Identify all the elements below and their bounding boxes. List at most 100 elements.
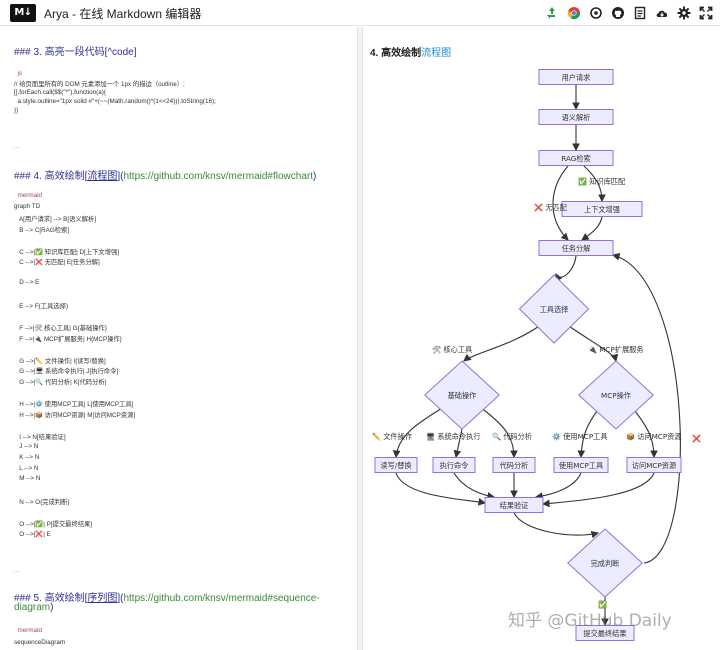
code-line: H -->|📦 访问MCP资源| M[访问MCP资源]: [14, 412, 136, 419]
flow-edge: [555, 255, 577, 282]
code-line: F -->|🛠 核心工具| G{基础操作}: [14, 324, 107, 332]
chrome-icon[interactable]: [566, 5, 582, 21]
flow-node-e: 任务分解: [538, 240, 614, 256]
code-line: O -->|❌| E: [14, 530, 51, 538]
editor-heading-3: ### 3. 高亮一段代码[^code]: [14, 47, 137, 58]
editor-heading-4: ### 4. 高效绘制[流程图](https://github.com/knsv…: [14, 171, 317, 182]
code-line: M --> N: [14, 475, 41, 483]
flow-node-label: MCP操作: [601, 391, 631, 400]
settings-icon[interactable]: [676, 5, 692, 21]
code-line: D --> E: [14, 279, 40, 287]
flow-node-j: 执行命令: [432, 457, 476, 473]
flow-node-label: 语义解析: [562, 113, 591, 122]
flow-node-label: 执行命令: [440, 461, 469, 470]
flow-edge: [534, 472, 582, 500]
code-line: A[用户请求] --> B[语义解析]: [14, 215, 97, 223]
flow-node-label: 代码分析: [500, 461, 529, 470]
flow-node-label: 结果验证: [500, 501, 529, 510]
code-line: // 给页面里所有的 DOM 元素添加一个 1px 的描边（outline）;: [14, 81, 185, 89]
flow-edge: [513, 512, 600, 539]
code-line: G -->|✏️ 文件操作| I[读写/替换]: [14, 357, 106, 365]
editor-heading-5-cont: diagram): [14, 602, 54, 613]
flow-node-m: 访问MCP资源: [626, 457, 682, 473]
flow-edge: [395, 472, 487, 506]
flow-edge-label-cmd: 🖥 系统命令执行: [426, 432, 481, 441]
preview-pane: 4. 高效绘制流程图 用户请求 语义解析 RAG检索 上下文增强 任务分解 工具选择 基础操…: [364, 27, 720, 650]
flow-node-i: 读写/替换: [374, 457, 418, 473]
fullscreen-icon[interactable]: [698, 5, 714, 21]
code-line: G -->|🖥 系统命令执行| J[执行命令]: [14, 368, 119, 376]
flow-edge-label-file: ✏️ 文件操作: [372, 432, 412, 441]
github-icon[interactable]: [610, 5, 626, 21]
code-line: }): [14, 107, 19, 115]
flow-node-label: RAG检索: [561, 154, 590, 163]
app-title: Arya - 在线 Markdown 编辑器: [44, 7, 202, 21]
flow-node-label: 访问MCP资源: [632, 461, 676, 470]
code-line: O -->|✅| P[提交最终结果]: [14, 521, 93, 528]
flow-node-h: MCP操作: [578, 360, 654, 430]
flow-edge-label-core: 🛠 核心工具: [432, 345, 472, 354]
code-line: a.style.outline="1px solid #"+(~~(Math.r…: [14, 97, 216, 105]
code-line: C -->|❌ 无匹配| E[任务分解]: [14, 259, 100, 267]
editor-heading-5: ### 5. 高效绘制[序列图](https://github.com/knsv…: [14, 593, 320, 604]
flow-node-g: 基础操作: [424, 360, 500, 430]
flow-node-label: 基础操作: [448, 391, 477, 400]
flow-node-o: 完成判断: [567, 528, 643, 598]
gear-refresh-icon[interactable]: [588, 5, 604, 21]
cloud-download-icon[interactable]: [654, 5, 670, 21]
flow-node-b: 语义解析: [538, 109, 614, 125]
flow-node-label: 使用MCP工具: [559, 461, 603, 470]
code-line: F -->|🔌 MCP扩展服务| H{MCP操作}: [14, 335, 122, 343]
recycle-icon[interactable]: [544, 5, 560, 21]
flow-node-label: 用户请求: [562, 73, 591, 82]
code-line: H -->|⚙️ 使用MCP工具| L[使用MCP工具]: [14, 401, 134, 409]
code-line: J --> N: [14, 442, 39, 450]
code-line: [].forEach.call($$("*"),function(a){: [14, 88, 106, 96]
watermark: 知乎 @GitHub Daily: [508, 611, 672, 631]
pane-divider[interactable]: [357, 27, 363, 650]
code-line: B --> C[RAG检索]: [14, 226, 70, 234]
code-line: C -->|✅ 知识库匹配| D[上下文增强]: [14, 248, 120, 256]
markdown-editor[interactable]: ### 3. 高亮一段代码[^code] js // 给页面里所有的 DOM 元素…: [0, 27, 356, 650]
flow-edge-label-mcp: 🔌 MCP扩展服务: [588, 345, 644, 354]
flow-node-d: 上下文增强: [561, 201, 643, 217]
code-line: I --> N[结果验证]: [14, 433, 66, 441]
markdown-logo: M↓: [10, 4, 36, 22]
flow-edge-label-nomatch: ❌ 无匹配: [534, 203, 567, 212]
flow-edge: [581, 216, 603, 241]
code-line: G -->|🔍 代码分析| K[代码分析]: [14, 379, 107, 387]
separator-2: ...: [14, 567, 20, 574]
flow-edge-label-code: 🔍 代码分析: [492, 432, 532, 441]
flow-edge: [453, 472, 496, 500]
code-line: sequenceDiagram: [14, 639, 66, 646]
flow-edge: [541, 472, 655, 508]
flowchart: 用户请求语义解析 RAG检索上下文增强任务分解工具选择基础操作 MCP操作读写/替换…: [372, 69, 701, 641]
code-line: js: [14, 70, 23, 77]
code-line: K --> N: [14, 453, 40, 461]
flow-edge-label-no: ❌: [692, 434, 701, 443]
flow-edge: [565, 323, 619, 363]
flow-node-label: 上下文增强: [584, 205, 620, 214]
flow-node-k: 代码分析: [492, 457, 536, 473]
top-bar: M↓ Arya - 在线 Markdown 编辑器: [0, 0, 720, 26]
code-line: mermaid: [14, 192, 42, 199]
code-line: graph TD: [14, 202, 41, 210]
flow-node-l: 使用MCP工具: [553, 457, 609, 473]
code-line: mermaid: [14, 627, 42, 634]
flow-edge-label-usemcp: ⚙️ 使用MCP工具: [552, 432, 608, 441]
separator-1: ...: [14, 143, 20, 150]
flow-node-label: 读写/替换: [380, 461, 411, 470]
code-line: E --> F{工具选择}: [14, 303, 69, 310]
flow-node-n: 结果验证: [484, 497, 544, 513]
flow-edge: [463, 323, 543, 362]
flow-node-c: RAG检索: [538, 150, 614, 166]
flow-node-a: 用户请求: [538, 69, 614, 85]
flow-node-label: 任务分解: [562, 244, 591, 253]
code-line: L --> N: [14, 464, 39, 472]
flow-edge-label-accmcp: 📦 访问MCP资源: [626, 432, 682, 441]
flow-node-label: 工具选择: [540, 305, 569, 314]
toolbar: [544, 5, 714, 21]
code-line: N --> O{完成判断}: [14, 499, 70, 507]
flow-edge-label-match: ✅ 知识库匹配: [578, 177, 625, 186]
document-icon[interactable]: [632, 5, 648, 21]
